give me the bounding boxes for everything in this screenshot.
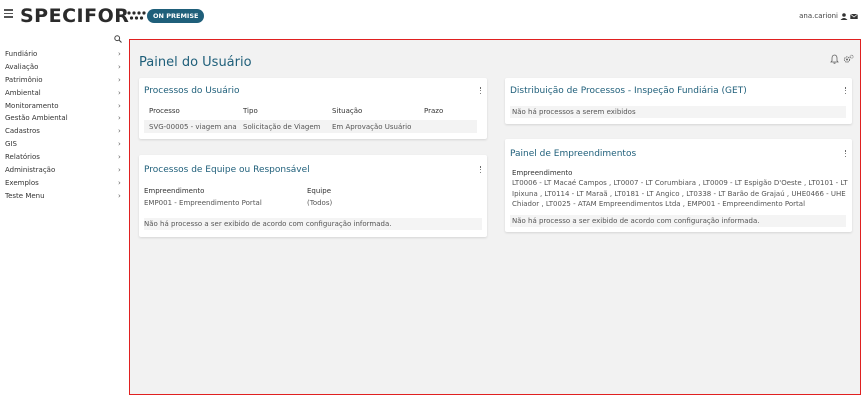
chevron-right-icon: › (118, 101, 121, 110)
card-title: Distribuição de Processos - Inspeção Fun… (510, 86, 747, 96)
more-options-icon[interactable] (844, 150, 847, 159)
top-bar: SPECIFOR ON PREMISE ana.carioni (0, 0, 864, 34)
column-header-processo[interactable]: Processo (149, 107, 180, 115)
team-label: Equipe (307, 187, 331, 195)
hamburger-menu-icon[interactable] (4, 9, 13, 18)
sidebar-item-fundiario[interactable]: Fundiário › (0, 48, 127, 61)
user-name[interactable]: ana.carioni (799, 12, 838, 20)
column-header-prazo[interactable]: Prazo (424, 107, 443, 115)
sidebar-item-label: Exemplos (5, 178, 39, 187)
sidebar-item-label: GIS (5, 140, 17, 149)
chevron-right-icon: › (118, 153, 121, 162)
more-options-icon[interactable] (479, 166, 482, 175)
search-icon[interactable] (114, 35, 122, 43)
enterprise-list: LT0006 - LT Macaé Campos , LT0007 - LT C… (512, 179, 848, 208)
sidebar-item-label: Relatórios (5, 153, 40, 162)
dashboard-panel: Painel do Usuário Processos do Usuário P… (129, 39, 861, 395)
user-menu[interactable]: ana.carioni (799, 12, 858, 20)
card-title: Processos de Equipe ou Responsável (144, 165, 310, 175)
empty-message: Não há processos a serem exibidos (512, 108, 636, 116)
chevron-right-icon: › (118, 75, 121, 84)
enterprises-panel-card: Painel de Empreendimentos Empreendimento… (505, 139, 852, 232)
sidebar-item-gestao-ambiental[interactable]: Gestão Ambiental › (0, 112, 127, 125)
team-processes-card: Processos de Equipe ou Responsável Empre… (139, 155, 487, 237)
sidebar-item-label: Cadastros (5, 127, 40, 136)
chevron-right-icon: › (118, 166, 121, 175)
card-title: Processos do Usuário (144, 86, 240, 96)
sidebar-item-administracao[interactable]: Administração › (0, 164, 127, 177)
more-options-icon[interactable] (479, 87, 482, 96)
chevron-right-icon: › (118, 88, 121, 97)
sidebar-item-label: Fundiário (5, 50, 38, 58)
enterprise-label: Empreendimento (512, 169, 573, 177)
team-value: (Todos) (307, 199, 333, 207)
app-logo[interactable]: SPECIFOR (20, 5, 129, 27)
chevron-right-icon: › (118, 114, 121, 123)
table-cell[interactable]: SVG-00005 - viagem ana (149, 123, 237, 131)
sidebar-menu: Fundiário › Avaliação › Patrimônio › Ambien… (0, 48, 127, 203)
user-icon[interactable] (840, 12, 848, 20)
chevron-right-icon: › (118, 127, 121, 136)
sidebar-item-cadastros[interactable]: Cadastros › (0, 125, 127, 138)
enterprise-value: EMP001 - Empreendimento Portal (144, 199, 262, 207)
sidebar-item-avaliacao[interactable]: Avaliação › (0, 61, 127, 74)
chevron-right-icon: › (118, 191, 121, 200)
column-header-tipo[interactable]: Tipo (243, 107, 258, 115)
table-cell: Solicitação de Viagem (243, 122, 321, 131)
sidebar-item-label: Teste Menu (5, 191, 45, 200)
mail-icon[interactable] (850, 13, 858, 20)
enterprise-label: Empreendimento (144, 187, 205, 195)
sidebar-item-exemplos[interactable]: Exemplos › (0, 177, 127, 190)
process-distribution-card: Distribuição de Processos - Inspeção Fun… (505, 78, 852, 124)
sidebar-item-label: Ambiental (5, 88, 41, 97)
sidebar-item-label: Gestão Ambiental (5, 114, 68, 123)
column-header-situacao[interactable]: Situação (332, 107, 362, 115)
sidebar-item-label: Administração (5, 166, 56, 175)
empty-message: Não há processo a ser exibido de acordo … (144, 220, 392, 228)
sidebar-item-gis[interactable]: GIS › (0, 138, 127, 151)
sidebar-item-ambiental[interactable]: Ambiental › (0, 87, 127, 100)
sidebar-item-monitoramento[interactable]: Monitoramento › (0, 100, 127, 113)
more-options-icon[interactable] (844, 87, 847, 96)
sidebar-item-relatorios[interactable]: Relatórios › (0, 151, 127, 164)
sidebar-item-label: Monitoramento (5, 101, 59, 110)
table-cell: Em Aprovação Usuário (332, 122, 412, 131)
chevron-right-icon: › (118, 62, 121, 71)
empty-message: Não há processo a ser exibido de acordo … (512, 217, 760, 225)
environment-badge: ON PREMISE (147, 9, 205, 23)
bell-icon[interactable] (830, 54, 839, 64)
sidebar-item-teste-menu[interactable]: Teste Menu › (0, 190, 127, 203)
card-title: Painel de Empreendimentos (510, 149, 637, 159)
logo-dots-icon (127, 11, 146, 20)
settings-gear-icon[interactable] (843, 54, 854, 64)
sidebar-item-label: Patrimônio (5, 75, 43, 84)
sidebar-item-label: Avaliação (5, 62, 39, 71)
user-processes-card: Processos do Usuário Processo Tipo Situa… (139, 78, 487, 139)
sidebar-item-patrimonio[interactable]: Patrimônio › (0, 74, 127, 87)
chevron-right-icon: › (118, 50, 121, 58)
page-title: Painel do Usuário (139, 55, 252, 70)
chevron-right-icon: › (118, 178, 121, 187)
chevron-right-icon: › (118, 140, 121, 149)
